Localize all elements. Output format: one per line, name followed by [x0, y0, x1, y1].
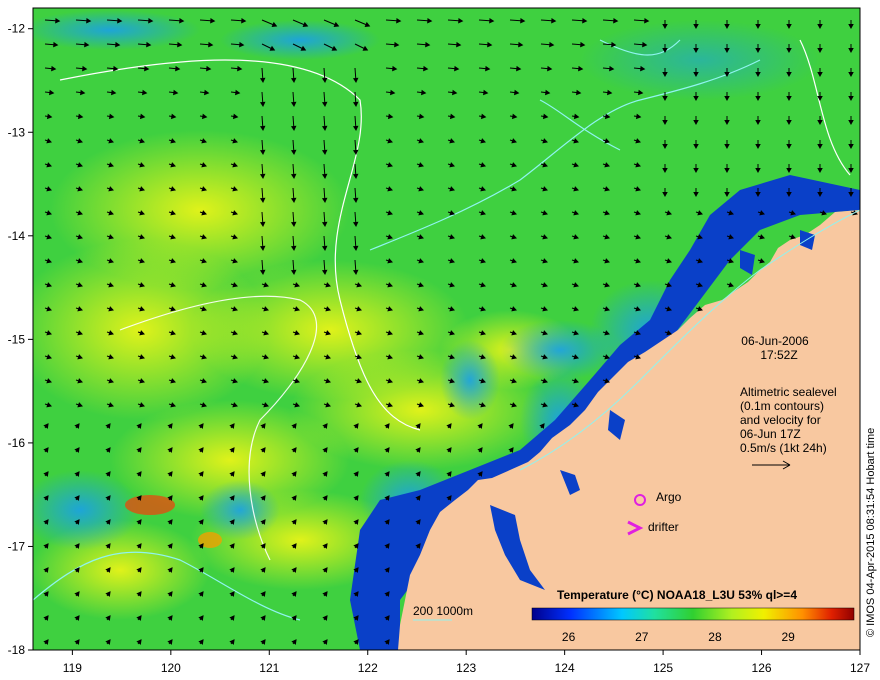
colorbar-tick-label: 27: [635, 630, 649, 644]
colorbar-tick-label: 26: [562, 630, 576, 644]
y-tick-label: -16: [8, 436, 26, 450]
x-tick-label: 119: [63, 661, 82, 675]
depth-legend-label: 200 1000m: [413, 604, 473, 618]
velocity-note-line: Altimetric sealevel: [740, 385, 837, 399]
colorbar-title: Temperature (°C) NOAA18_L3U 53% ql>=4: [557, 588, 797, 602]
depth-legend: 200 1000m: [413, 604, 473, 621]
x-tick-label: 122: [358, 661, 378, 675]
colorbar-gradient: [531, 607, 855, 621]
y-tick-label: -15: [8, 332, 26, 346]
y-tick-label: -13: [8, 125, 26, 139]
x-tick-label: 121: [259, 661, 279, 675]
drifter-label: drifter: [648, 520, 679, 534]
colorbar-tick-label: 29: [781, 630, 795, 644]
velocity-note-line: (0.1m contours): [740, 399, 824, 413]
map-plot-area: [33, 8, 860, 650]
velocity-note-line: 06-Jun 17Z: [740, 427, 801, 441]
colorbar-tick-label: 28: [708, 630, 722, 644]
y-axis-latitude: -12 -13 -14 -15 -16 -17 -18: [8, 22, 33, 657]
x-tick-label: 120: [161, 661, 181, 675]
y-tick-label: -18: [8, 643, 26, 657]
x-axis-longitude: 119 120 121 122 123 124 125 126 127: [63, 650, 870, 675]
y-tick-label: -14: [8, 229, 26, 243]
x-tick-label: 126: [752, 661, 772, 675]
velocity-note-line: and velocity for: [740, 413, 821, 427]
argo-label: Argo: [656, 490, 682, 504]
time-label: 17:52Z: [760, 348, 797, 362]
x-tick-label: 127: [850, 661, 870, 675]
x-tick-label: 125: [653, 661, 673, 675]
y-tick-label: -12: [8, 22, 26, 36]
sst-map-figure: 119 120 121 122 123 124 125 126 127 -12 -13 -14 -15…: [8, 7, 877, 675]
x-tick-label: 124: [555, 661, 575, 675]
date-label: 06-Jun-2006: [741, 334, 809, 348]
y-tick-label: -17: [8, 539, 26, 553]
x-tick-label: 123: [456, 661, 476, 675]
velocity-note-line: 0.5m/s (1kt 24h): [740, 441, 827, 455]
credit-text: © IMOS 04-Apr-2015 08:31:54 Hobart time: [865, 428, 877, 637]
